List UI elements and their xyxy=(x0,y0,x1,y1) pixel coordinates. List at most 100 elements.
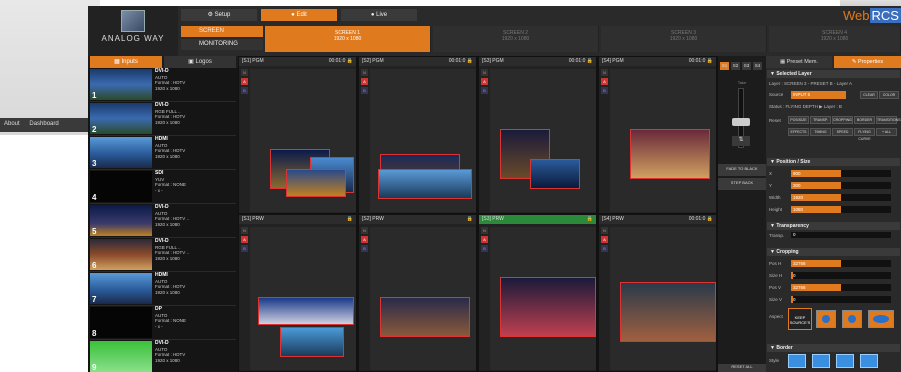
source-item[interactable]: 8 DP AUTO Format : NONE - x - xyxy=(90,306,236,340)
source-thumbnail[interactable]: 4 xyxy=(90,171,152,202)
mode-edit[interactable]: ● Edit xyxy=(261,9,337,21)
layer-button[interactable]: B xyxy=(241,87,248,94)
slider-track[interactable]: 0 xyxy=(791,296,891,303)
slider-track[interactable]: 0 xyxy=(791,272,891,279)
source-item[interactable]: 2 DVI-D RGB FULL .. Format : HDTV 1920 x… xyxy=(90,102,236,136)
source-item[interactable]: 9 DVI-D AUTO Format : HDTV 1920 x 1080 xyxy=(90,340,236,372)
layer-button[interactable]: B xyxy=(361,245,368,252)
reset-all-button[interactable]: RESET ALL xyxy=(718,364,766,372)
layer-button[interactable]: N xyxy=(601,69,608,76)
source-item[interactable]: 4 SDI YUV Format : NONE - x - xyxy=(90,170,236,204)
layer-button[interactable]: B xyxy=(481,245,488,252)
layer-button[interactable]: B xyxy=(601,245,608,252)
slider-track[interactable]: 300 xyxy=(791,182,891,189)
mode-setup[interactable]: ⚙ Setup xyxy=(181,9,257,21)
layer-frame[interactable] xyxy=(258,297,354,325)
layer-frame[interactable] xyxy=(378,169,472,199)
layer-button[interactable]: N xyxy=(601,227,608,234)
layer-button[interactable]: A xyxy=(481,78,488,85)
section-transparency[interactable]: ▼ Transparency xyxy=(767,222,900,230)
reset-button[interactable]: TRANSP. xyxy=(810,116,831,124)
preview-canvas[interactable] xyxy=(250,227,356,370)
border-style-3[interactable] xyxy=(836,354,854,368)
preview-canvas[interactable] xyxy=(490,69,596,212)
layer-frame[interactable] xyxy=(630,129,710,179)
source-item[interactable]: 6 DVI-D RGB FULL .. Format : HDTV .. 192… xyxy=(90,238,236,272)
slider-track[interactable]: 32768 xyxy=(791,260,891,267)
swap-icon[interactable]: ⇅ xyxy=(732,136,750,146)
layer-frame[interactable] xyxy=(620,282,716,342)
nav-screen[interactable]: SCREEN xyxy=(181,26,263,37)
prw-preview-3[interactable]: [S3] PRW 🔒 NAB xyxy=(478,214,597,372)
dashboard-link[interactable]: Dashboard xyxy=(29,121,58,127)
slider-track[interactable]: 1080 xyxy=(791,206,891,213)
preview-canvas[interactable] xyxy=(370,69,476,212)
layer-button[interactable]: N xyxy=(241,227,248,234)
screen-tab-3[interactable]: SCREEN 3 1920 x 1080 xyxy=(601,26,767,52)
slider-track[interactable]: 32768 xyxy=(791,284,891,291)
pgm-preview-3[interactable]: [S3] PGM 00:01:0 🔒 NAB xyxy=(478,56,597,214)
screen-button[interactable]: S3 xyxy=(742,62,751,70)
layer-button[interactable]: N xyxy=(361,69,368,76)
layer-button[interactable]: N xyxy=(481,69,488,76)
about-link[interactable]: About xyxy=(4,121,20,127)
border-style-4[interactable] xyxy=(860,354,878,368)
tab-inputs[interactable]: ▦ Inputs xyxy=(90,56,162,68)
layer-button[interactable]: A xyxy=(241,78,248,85)
border-style-2[interactable] xyxy=(812,354,830,368)
reset-button[interactable]: CROPPING xyxy=(832,116,853,124)
layer-frame[interactable] xyxy=(500,277,596,337)
pgm-preview-2[interactable]: [S2] PGM 00:01:0 🔒 NAB xyxy=(358,56,477,214)
prw-preview-1[interactable]: [S1] PRW 🔒 NAB xyxy=(238,214,357,372)
layer-frame[interactable] xyxy=(286,169,346,197)
aspect-circle-button[interactable] xyxy=(842,310,862,328)
step-back-button[interactable]: STEP BACK xyxy=(718,178,766,190)
tab-logos[interactable]: ▣ Logos xyxy=(164,56,236,68)
source-thumbnail[interactable]: 3 xyxy=(90,137,152,168)
reset-button[interactable]: TRANSITIONS xyxy=(876,116,901,124)
slider-track[interactable]: 900 xyxy=(791,170,891,177)
layer-button[interactable]: A xyxy=(241,236,248,243)
pgm-preview-4[interactable]: [S4] PGM 00:01:0 🔒 NAB xyxy=(598,56,717,214)
section-selected-layer[interactable]: ▼ Selected Layer xyxy=(767,70,900,78)
reset-button[interactable]: POS/SIZE xyxy=(788,116,809,124)
reset-button[interactable]: EFFECTS xyxy=(788,128,809,136)
screen-tab-2[interactable]: SCREEN 2 1920 x 1080 xyxy=(433,26,599,52)
source-thumbnail[interactable]: 7 xyxy=(90,273,152,304)
aspect-ellipse-button[interactable] xyxy=(868,310,894,328)
source-thumbnail[interactable]: 9 xyxy=(90,341,152,372)
source-select[interactable]: INPUT 5 xyxy=(791,91,846,99)
source-thumbnail[interactable]: 5 xyxy=(90,205,152,236)
source-item[interactable]: 3 HDMI AUTO Format : HDTV 1920 x 1080 xyxy=(90,136,236,170)
preview-canvas[interactable] xyxy=(370,227,476,370)
mode-live[interactable]: ● Live xyxy=(341,9,417,21)
screen-button[interactable]: S4 xyxy=(753,62,762,70)
pgm-preview-1[interactable]: [S1] PGM 00:01:0 🔒 NAB xyxy=(238,56,357,214)
preview-canvas[interactable] xyxy=(610,227,716,370)
layer-button[interactable]: N xyxy=(361,227,368,234)
layer-button[interactable]: A xyxy=(601,236,608,243)
preview-canvas[interactable] xyxy=(490,227,596,370)
aspect-square-button[interactable] xyxy=(816,310,836,328)
reset-button[interactable]: BORDER xyxy=(854,116,875,124)
preview-canvas[interactable] xyxy=(250,69,356,212)
layer-frame[interactable] xyxy=(380,297,470,337)
section-cropping[interactable]: ▼ Cropping xyxy=(767,248,900,256)
reset-button[interactable]: + ALL xyxy=(876,128,897,136)
tab-properties[interactable]: ✎ Properties xyxy=(834,56,901,68)
layer-frame[interactable] xyxy=(530,159,580,189)
screen-button[interactable]: S2 xyxy=(731,62,740,70)
transp-input[interactable]: 0 xyxy=(791,232,891,238)
layer-button[interactable]: B xyxy=(361,87,368,94)
source-item[interactable]: 7 HDMI AUTO Format : HDTV 1920 x 1080 xyxy=(90,272,236,306)
layer-button[interactable]: B xyxy=(481,87,488,94)
source-thumbnail[interactable]: 1 xyxy=(90,69,152,100)
screen-button[interactable]: S1 xyxy=(720,62,729,70)
tab-preset-mem[interactable]: ▦ Preset Mem. xyxy=(766,56,832,68)
layer-button[interactable]: B xyxy=(601,87,608,94)
screen-tab-1[interactable]: SCREEN 1 1920 x 1080 xyxy=(265,26,431,52)
layer-button[interactable]: N xyxy=(481,227,488,234)
layer-frame[interactable] xyxy=(280,327,344,357)
prw-preview-4[interactable]: [S4] PRW 00:01:0 🔒 NAB xyxy=(598,214,717,372)
nav-monitoring[interactable]: MONITORING xyxy=(181,39,263,50)
